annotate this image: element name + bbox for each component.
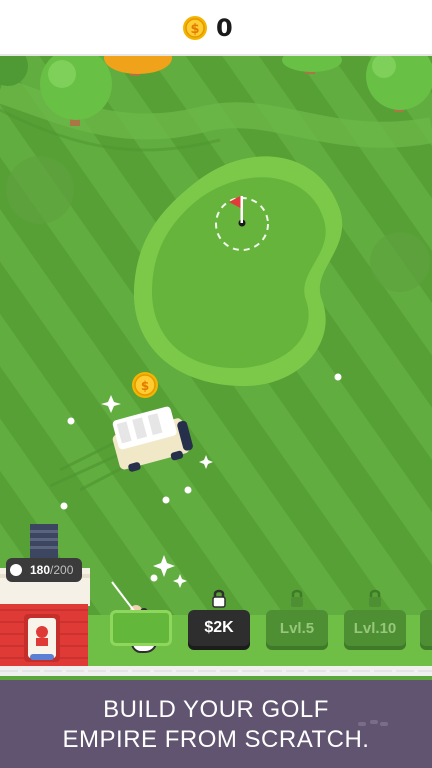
coin-display: $ 0 bbox=[182, 12, 233, 44]
banner-line-2: EMPIRE FROM SCRATCH. bbox=[62, 726, 370, 753]
coin-reward-icon: $ bbox=[132, 372, 158, 398]
slot-golfer-active[interactable] bbox=[110, 610, 172, 646]
slot-buy-golfer-button[interactable]: $2K bbox=[188, 589, 250, 646]
slot-locked-label: Lvl.5 bbox=[279, 619, 315, 637]
clubhouse-building bbox=[0, 568, 90, 666]
decor-dots bbox=[358, 720, 388, 726]
coin-count: 0 bbox=[216, 14, 233, 42]
slot-locked-lvl10[interactable]: Lvl.10 bbox=[344, 589, 406, 646]
slot-buy-label: $2K bbox=[204, 619, 234, 636]
golf-course-field[interactable]: $ 180/200 $2K Lvl.5 Lvl.10 bbox=[0, 56, 432, 676]
lock-icon bbox=[369, 589, 381, 607]
tee-count-max: /200 bbox=[50, 563, 74, 577]
top-hud: $ 0 bbox=[0, 0, 432, 56]
slot-locked-lvl5[interactable]: Lvl.5 bbox=[266, 589, 328, 646]
golf-ball bbox=[60, 502, 68, 510]
slot-locked-label: Lvl.10 bbox=[353, 619, 397, 637]
golf-ball bbox=[150, 574, 158, 582]
course-scene: $ bbox=[0, 56, 432, 676]
golf-ball-icon bbox=[10, 564, 22, 576]
dollar-coin-icon: $ bbox=[183, 16, 207, 40]
promo-banner: BUILD YOUR GOLF EMPIRE FROM SCRATCH. bbox=[0, 680, 432, 768]
ladder bbox=[30, 524, 58, 560]
svg-text:$: $ bbox=[141, 379, 149, 393]
golf-ball bbox=[162, 496, 170, 504]
golf-ball bbox=[334, 373, 342, 381]
golf-ball bbox=[67, 417, 75, 425]
slot-locked-partial[interactable] bbox=[420, 610, 432, 646]
lock-icon bbox=[291, 589, 303, 607]
svg-text:$: $ bbox=[190, 22, 199, 37]
lock-icon bbox=[212, 589, 226, 608]
golf-ball bbox=[184, 486, 192, 494]
tee-counter: 180/200 bbox=[6, 558, 82, 582]
tee-count-current: 180 bbox=[30, 563, 51, 577]
flag-pole bbox=[240, 196, 243, 223]
